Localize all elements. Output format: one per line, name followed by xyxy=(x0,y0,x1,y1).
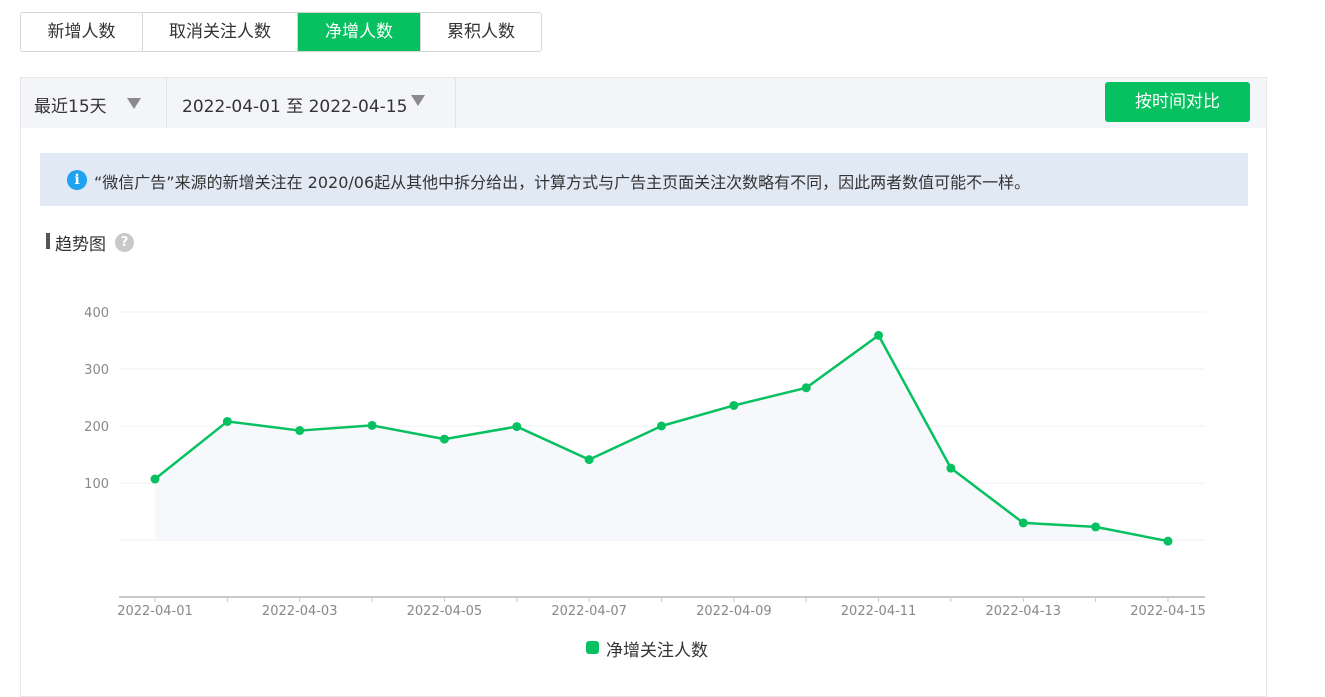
data-point xyxy=(1091,522,1101,532)
x-tick-label: 2022-04-07 xyxy=(551,604,627,619)
y-tick-label: 300 xyxy=(84,363,109,378)
y-tick-label: 200 xyxy=(84,420,109,435)
data-point xyxy=(1018,518,1028,528)
x-tick-label: 2022-04-03 xyxy=(262,604,338,619)
data-point xyxy=(584,455,594,465)
data-point xyxy=(295,426,305,436)
tab-new-followers[interactable]: 新增人数 xyxy=(21,13,143,51)
trend-chart: 100 200 300 400 2022-04-01 2022-04-03 2022-04-… xyxy=(84,306,1206,619)
tab-cumulative[interactable]: 累积人数 xyxy=(421,13,541,51)
data-point xyxy=(946,463,956,473)
y-tick-label: 400 xyxy=(84,306,109,321)
x-tick-label: 2022-04-13 xyxy=(986,604,1062,619)
x-tick-label: 2022-04-09 xyxy=(696,604,772,619)
data-point xyxy=(222,416,232,426)
data-point xyxy=(439,434,449,444)
x-tick-label: 2022-04-15 xyxy=(1130,604,1206,619)
data-point xyxy=(801,383,811,393)
legend-label: 净增关注人数 xyxy=(606,641,708,661)
analytics-panel: 最近15天 2022-04-01 至 2022-04-15 按时间对比 i “微… xyxy=(20,77,1267,697)
x-tick-label: 2022-04-01 xyxy=(117,604,193,619)
x-tick-label: 2022-04-11 xyxy=(841,604,917,619)
data-point xyxy=(1163,536,1173,546)
data-point xyxy=(657,421,666,431)
x-tick-label: 2022-04-05 xyxy=(407,604,483,619)
series-area xyxy=(155,335,1168,542)
metric-tabs: 新增人数 取消关注人数 净增人数 累积人数 xyxy=(20,12,542,52)
tab-net-growth[interactable]: 净增人数 xyxy=(298,13,421,51)
y-tick-label: 100 xyxy=(84,477,109,492)
data-point xyxy=(150,474,160,484)
data-point xyxy=(729,400,739,410)
data-point xyxy=(512,422,522,432)
data-point xyxy=(874,330,884,340)
data-point xyxy=(367,420,377,430)
legend-swatch xyxy=(586,641,599,654)
tab-unfollows[interactable]: 取消关注人数 xyxy=(143,13,298,51)
